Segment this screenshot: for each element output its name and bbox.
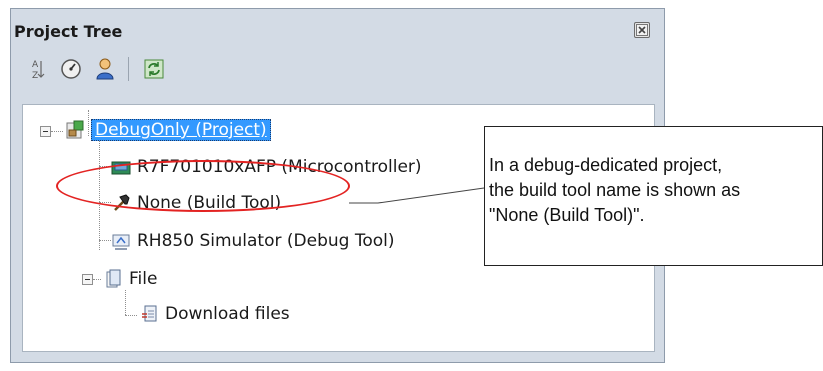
annotation-line-1: In a debug-dedicated project, (489, 155, 723, 175)
annotation-line-3: "None (Build Tool)". (489, 205, 645, 225)
annotation-callout: In a debug-dedicated project, the build … (484, 126, 823, 266)
annotation-line-2: the build tool name is shown as (489, 180, 741, 200)
